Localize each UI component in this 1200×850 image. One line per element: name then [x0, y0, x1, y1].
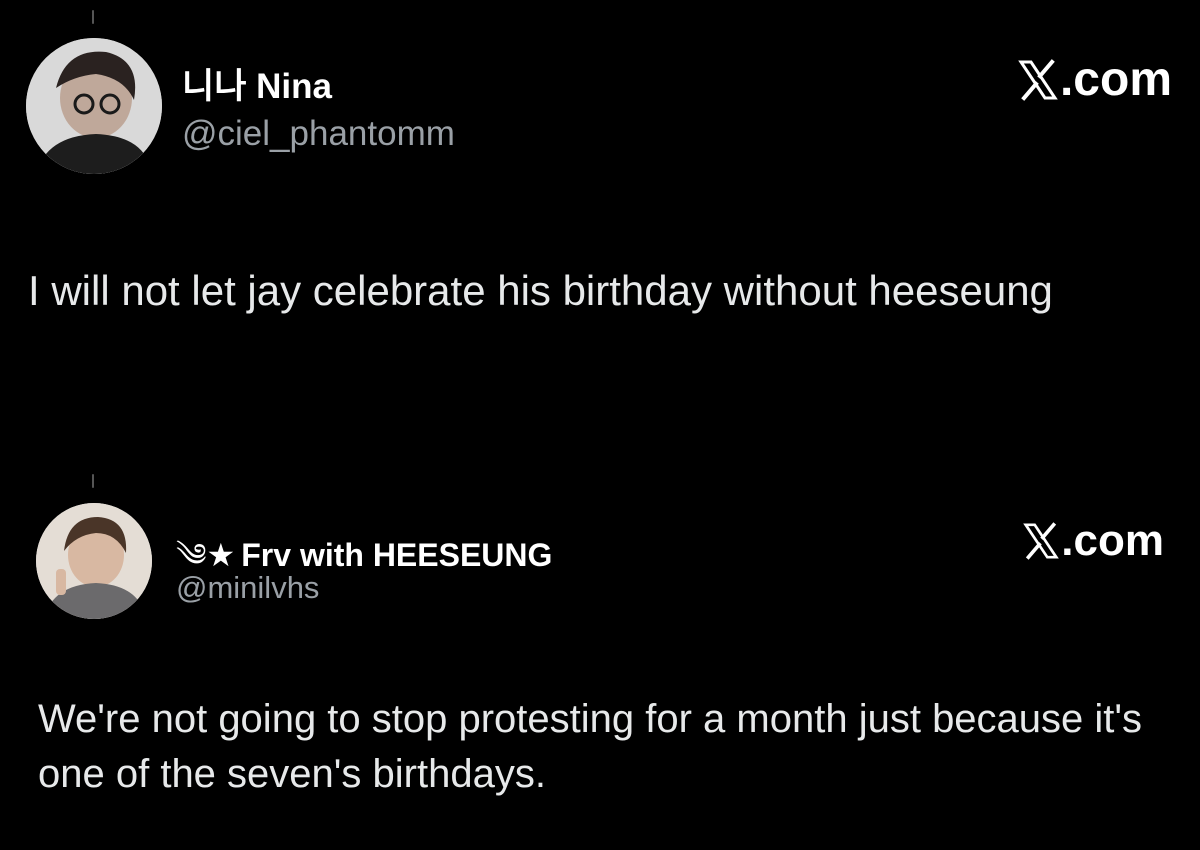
post-frv: ༄★ Frv with HEESEUNG @minilvhs .com We're…	[0, 470, 1200, 850]
x-com-watermark: .com	[1023, 516, 1164, 566]
user-handle[interactable]: @minilvhs	[176, 570, 319, 606]
thread-line	[92, 474, 94, 488]
user-handle[interactable]: @ciel_phantomm	[182, 114, 455, 154]
x-logo-icon	[1018, 58, 1058, 101]
brand-text: .com	[1059, 53, 1172, 106]
thread-line	[92, 10, 94, 24]
x-logo-icon	[1023, 522, 1060, 560]
avatar-image	[26, 38, 162, 174]
brand-text: .com	[1061, 516, 1164, 565]
name-decoration: ༄★	[176, 537, 236, 573]
x-com-watermark: .com	[1018, 52, 1172, 107]
post-nina: 니나 Nina @ciel_phantomm .com I will not l…	[0, 0, 1200, 440]
display-name-text: Frv with HEESEUNG	[241, 537, 553, 573]
avatar[interactable]	[26, 38, 162, 174]
post-text: We're not going to stop protesting for a…	[38, 697, 1143, 796]
display-name[interactable]: 니나 Nina	[182, 58, 332, 109]
avatar[interactable]	[36, 503, 152, 619]
post-text: I will not let jay celebrate his birthda…	[28, 267, 1053, 314]
avatar-image	[36, 503, 152, 619]
